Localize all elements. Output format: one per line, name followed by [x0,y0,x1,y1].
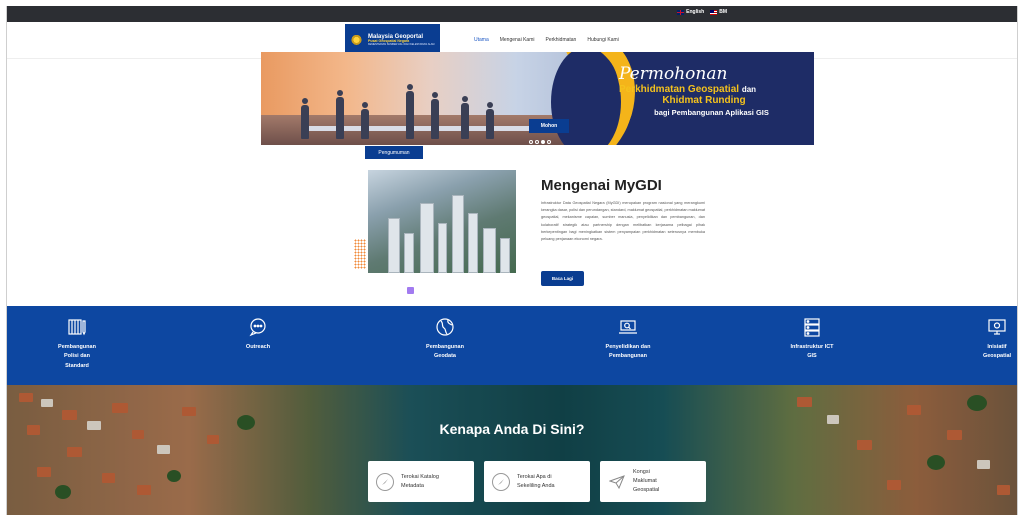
policy-icon [67,317,87,337]
service-geodata[interactable]: Pembangunan Geodata [390,317,500,362]
top-bar: English BM [7,6,1017,22]
carousel-dot[interactable] [547,140,551,144]
hero-banner[interactable]: Permohonan Perkhidmatan Geospatial dan K… [261,52,814,145]
compass-icon [376,472,394,491]
hero-text: Permohonan Perkhidmatan Geospatial dan K… [619,64,814,118]
menu-item-hubungi-kami[interactable]: Hubungi Kami [587,37,618,43]
menu-item-utama[interactable]: Utama [474,37,489,43]
hero-line-2: Perkhidmatan Geospatial [619,84,740,95]
service-label: Pembangunan Geodata [426,344,464,360]
why-title: Kenapa Anda Di Sini? [439,421,585,437]
card-label: Kongsi Maklumat Geospatial [633,469,660,493]
service-outreach[interactable]: Outreach [203,317,313,352]
globe-icon [435,317,455,337]
services-band: Pembangunan Polisi dan Standard Outreach… [7,306,1017,386]
decorative-cube [407,287,414,294]
logo-ministry: KEMENTERIAN SUMBER ASLI DAN KELESTARIAN … [368,42,435,46]
service-geospatial-initiative[interactable]: Inisiatif Geospatial [942,317,1017,362]
laptop-search-icon [618,317,638,337]
about-description: Infrastruktur Data Geospatial Negara (My… [541,201,705,242]
service-ict[interactable]: Infrastruktur ICT GIS [757,317,867,362]
hero-line-4: bagi Pembangunan Aplikasi GIS [654,108,769,117]
about-title: Mengenai MyGDI [541,177,662,194]
service-research[interactable]: Penyelidikan dan Pembangunan [573,317,683,362]
carousel-dot[interactable] [535,140,539,144]
server-icon [802,317,822,337]
hero-heading: Permohonan [619,64,728,84]
service-label: Pembangunan Polisi dan Standard [58,344,96,369]
hero-line-3: Khidmat Runding [662,95,746,106]
mohon-button[interactable]: Mohon [529,119,569,133]
uk-flag-icon [677,9,685,15]
city-aerial-image [368,170,516,273]
service-label: Infrastruktur ICT GIS [790,344,834,360]
lang-english[interactable]: English [677,9,704,15]
announcement-tab[interactable]: Pengumuman [365,146,423,159]
malaysia-flag-icon [710,9,718,15]
service-policy[interactable]: Pembangunan Polisi dan Standard [22,317,132,371]
read-more-button[interactable]: Baca Lagi [541,271,584,286]
service-label: Outreach [245,344,271,350]
why-section: Kenapa Anda Di Sini? Terokai Katalog Met… [7,385,1017,515]
paper-plane-icon [608,473,626,491]
card-label: Terokai Katalog Metadata [401,473,439,489]
monitor-icon [987,317,1007,337]
service-label: Penyelidikan dan Pembangunan [605,344,651,360]
crest-icon [349,33,364,47]
decorative-dots [354,239,366,269]
card-label: Terokai Apa di Sekeliling Anda [517,473,555,489]
menu-item-perkhidmatan[interactable]: Perkhidmatan [545,37,576,43]
menu-item-mengenai-kami[interactable]: Mengenai Kami [500,37,535,43]
chat-bubble-icon [248,317,268,337]
main-menu: Utama Mengenai Kami Perkhidmatan Hubungi… [474,37,619,43]
language-switcher: English BM [677,9,727,15]
carousel-indicators [529,140,551,144]
service-label: Inisiatif Geospatial [982,344,1012,360]
carousel-dot-active[interactable] [541,140,545,144]
card-metadata-catalog[interactable]: Terokai Katalog Metadata [368,461,474,502]
carousel-dot[interactable] [529,140,533,144]
card-explore-surroundings[interactable]: Terokai Apa di Sekeliling Anda [484,461,590,502]
compass-icon [492,472,510,491]
page-frame: English BM Malaysia Geoportal Pusat Geos… [6,6,1018,515]
card-share-geospatial[interactable]: Kongsi Maklumat Geospatial [600,461,706,502]
lang-malay[interactable]: BM [710,9,727,15]
